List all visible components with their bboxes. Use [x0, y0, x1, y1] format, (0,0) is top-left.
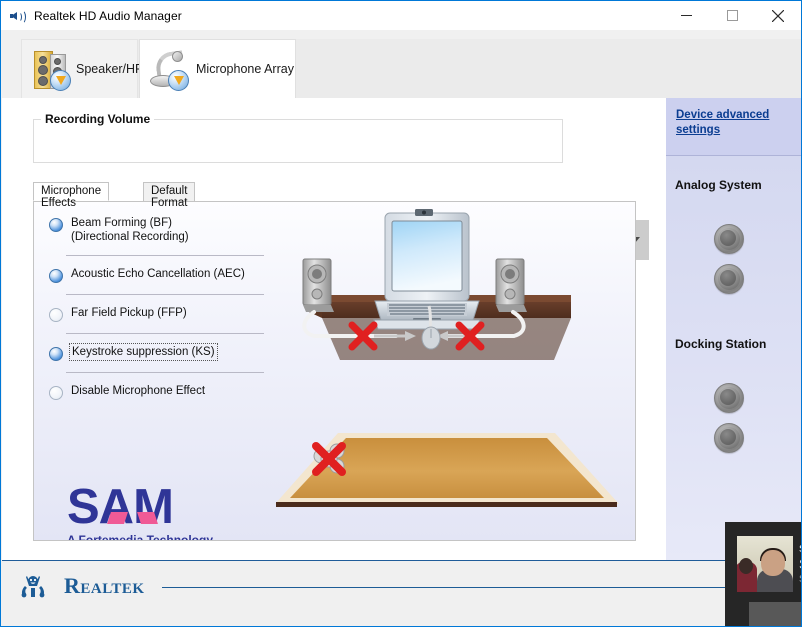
video-call-overlay[interactable]: S S S: [725, 522, 801, 626]
tab-speaker-hp-label: Speaker/HP: [76, 62, 144, 76]
effect-option-beam-forming[interactable]: Beam Forming (BF) (Directional Recording…: [49, 216, 264, 244]
sam-wordmark-text: SAM: [67, 480, 174, 534]
device-jacks-panel: Device advanced settings Analog System D…: [666, 98, 801, 560]
sam-tagline: A Fortemedia Technology: [67, 533, 214, 541]
realtek-branding: Realtek: [20, 572, 145, 600]
title-bar: Realtek HD Audio Manager: [1, 1, 801, 30]
close-icon[interactable]: [755, 1, 801, 30]
tab-microphone-array[interactable]: Microphone Array: [139, 39, 296, 98]
jack-dock-1[interactable]: [714, 383, 744, 413]
effect-divider: [66, 372, 264, 373]
speakers-icon: [30, 47, 72, 91]
jack-analog-2[interactable]: [714, 264, 744, 294]
radio-far-field-pickup[interactable]: [49, 308, 63, 322]
tab-microphone-array-label: Microphone Array: [196, 62, 294, 76]
jacks-body: Analog System Docking Station: [666, 156, 801, 560]
video-call-thumbnail: [737, 536, 793, 592]
effect-sublabel-beam-forming: (Directional Recording): [71, 231, 189, 243]
effect-label-acoustic-echo-cancellation: Acoustic Echo Cancellation (AEC): [71, 268, 245, 280]
microphone-effects-list: Beam Forming (BF) (Directional Recording…: [49, 216, 264, 400]
section-title-docking-station: Docking Station: [675, 337, 767, 351]
effect-option-acoustic-echo-cancellation[interactable]: Acoustic Echo Cancellation (AEC): [49, 267, 264, 283]
window-controls: [663, 1, 801, 30]
default-device-badge-icon: [168, 70, 189, 91]
footer: Realtek OK: [2, 560, 801, 626]
realtek-wordmark: Realtek: [64, 573, 145, 598]
sam-logo: SAM A Fortemedia Technology: [67, 483, 247, 541]
microphone-icon: [146, 47, 190, 91]
effect-label-disable-microphone-effect: Disable Microphone Effect: [71, 385, 206, 397]
footer-divider: [2, 560, 801, 561]
effect-option-disable-microphone-effect[interactable]: Disable Microphone Effect: [49, 384, 264, 400]
effect-divider: [66, 255, 264, 256]
effect-divider: [66, 333, 264, 334]
microphone-effects-panel: Beam Forming (BF) (Directional Recording…: [33, 201, 636, 541]
effect-label-far-field-pickup: Far Field Pickup (FFP): [71, 307, 187, 319]
app-speaker-icon: [10, 8, 26, 24]
footer-rule: [162, 587, 782, 588]
device-tabstrip: Speaker/HP Microphone Array: [21, 39, 801, 99]
radio-disable-microphone-effect[interactable]: [49, 386, 63, 400]
radio-keystroke-suppression[interactable]: [49, 347, 63, 361]
video-call-controls-bar[interactable]: [749, 602, 801, 626]
recording-volume-title: Recording Volume: [41, 112, 155, 126]
jack-analog-1[interactable]: [714, 224, 744, 254]
effect-label-beam-forming: Beam Forming (BF): [71, 217, 172, 229]
effect-divider: [66, 294, 264, 295]
effect-label-keystroke-suppression: Keystroke suppression (KS): [69, 343, 218, 361]
realtek-audio-manager-window: Realtek HD Audio Manager Speaker/HP Micr…: [0, 0, 802, 627]
tab-default-format[interactable]: Default Format: [143, 182, 196, 209]
jack-dock-2[interactable]: [714, 423, 744, 453]
main-content: Recording Volume L R Set Default Device: [2, 98, 666, 560]
minimize-icon[interactable]: [663, 1, 709, 30]
effect-option-far-field-pickup[interactable]: Far Field Pickup (FFP): [49, 306, 264, 322]
radio-acoustic-echo-cancellation[interactable]: [49, 269, 63, 283]
realtek-logo-icon: [20, 572, 60, 600]
default-device-badge-icon: [50, 70, 71, 91]
section-title-analog-system: Analog System: [675, 178, 762, 192]
tab-speaker-hp[interactable]: Speaker/HP: [21, 39, 143, 98]
radio-beam-forming[interactable]: [49, 218, 63, 232]
window-title: Realtek HD Audio Manager: [34, 8, 182, 23]
sam-wordmark: SAM: [67, 483, 247, 532]
device-advanced-settings-link[interactable]: Device advanced settings: [676, 108, 788, 138]
effect-option-keystroke-suppression[interactable]: Keystroke suppression (KS): [49, 343, 264, 361]
sam-accent-right: [137, 512, 158, 524]
tab-microphone-effects[interactable]: Microphone Effects: [33, 182, 110, 209]
maximize-icon[interactable]: [709, 1, 755, 30]
desk-with-laptop-and-speakers-illustration: [274, 208, 619, 528]
